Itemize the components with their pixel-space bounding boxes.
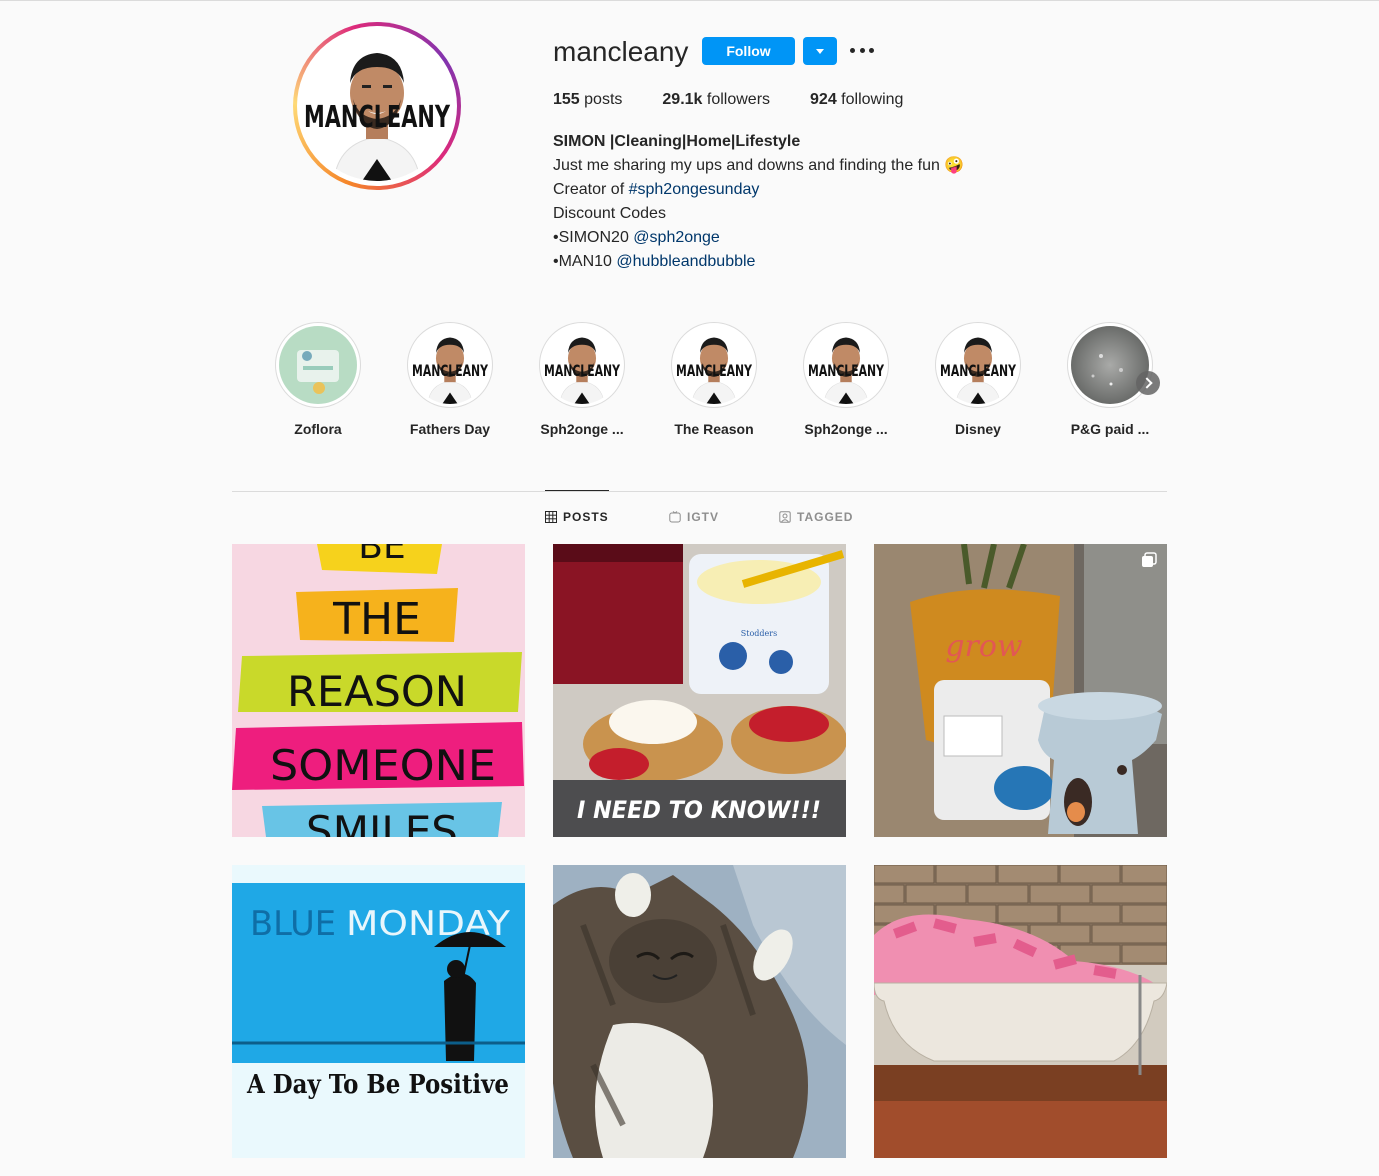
post-image	[874, 865, 1167, 1158]
post-image: grow	[874, 544, 1167, 837]
bio-line: Discount Codes	[553, 205, 666, 222]
post-thumbnail[interactable]: grow	[874, 544, 1167, 837]
hashtag-link[interactable]: #sph2ongesunday	[629, 181, 760, 198]
svg-text:MANCLEANY: MANCLEANY	[808, 362, 884, 380]
suggested-accounts-button[interactable]	[803, 37, 837, 65]
highlight-label: Zoflora	[294, 421, 342, 437]
post-image: BE THE REASON SOMEONE SMILES	[232, 544, 525, 837]
igtv-icon	[669, 511, 681, 523]
tabs-divider	[232, 491, 1167, 492]
highlight-sph2onge-2[interactable]: MANCLEANY Sph2onge ...	[780, 322, 912, 437]
highlight-cover	[1071, 326, 1149, 404]
following-count: 924	[810, 91, 837, 108]
post-thumbnail[interactable]	[553, 865, 846, 1158]
highlight-cover: MANCLEANY	[543, 326, 621, 404]
highlight-sph2onge-1[interactable]: MANCLEANY Sph2onge ...	[516, 322, 648, 437]
followers-count: 29.1k	[662, 91, 703, 108]
posts-stat: 155 posts	[553, 90, 622, 110]
bio-line: Creator of #sph2ongesunday	[553, 178, 964, 202]
followers-label: followers	[702, 91, 771, 108]
highlight-label: Sph2onge ...	[804, 421, 888, 437]
svg-text:MANCLEANY: MANCLEANY	[544, 362, 620, 380]
following-stat[interactable]: 924 following	[810, 90, 903, 110]
highlight-cover: MANCLEANY	[675, 326, 753, 404]
highlight-fathers-day[interactable]: MANCLEANY Fathers Day	[384, 322, 516, 437]
dot-icon	[869, 47, 874, 53]
poster-line: THE	[332, 594, 421, 645]
multiple-images-icon	[1142, 552, 1157, 567]
active-tab-indicator	[545, 490, 609, 491]
highlight-zoflora[interactable]: Zoflora	[252, 322, 384, 437]
mention-link[interactable]: @hubbleandbubble	[616, 253, 755, 270]
story-highlights: Zoflora MANCLEANY Fathers Day MANCLEANY …	[232, 322, 1167, 442]
highlight-label: The Reason	[674, 421, 754, 437]
poster-line: REASON	[287, 667, 467, 716]
post-thumbnail[interactable]	[874, 865, 1167, 1158]
highlights-next-button[interactable]	[1136, 371, 1160, 395]
post-thumbnail[interactable]: BLUE MONDAY A Day To Be Positive	[232, 865, 525, 1158]
posts-label: posts	[579, 91, 623, 108]
poster-subtitle: A Day To Be Positive	[246, 1070, 509, 1100]
poster-line: SOMEONE	[270, 741, 496, 790]
highlight-cover: MANCLEANY	[411, 326, 489, 404]
chevron-right-icon	[1140, 377, 1153, 389]
profile-avatar-ring[interactable]: MANCLEANY	[293, 22, 461, 190]
grid-icon	[545, 511, 557, 523]
avatar: MANCLEANY	[302, 31, 452, 181]
bio-text: •MAN10	[553, 253, 617, 270]
follow-button[interactable]: Follow	[702, 37, 795, 65]
followers-stat[interactable]: 29.1k followers	[662, 90, 770, 110]
post-thumbnail[interactable]: Stodders I NEED TO KNOW!!!	[553, 544, 846, 837]
bio-name: SIMON |Cleaning|Home|Lifestyle	[553, 133, 801, 150]
highlight-cover	[279, 326, 357, 404]
bio-text: •SIMON20	[553, 229, 634, 246]
post-image: BLUE MONDAY A Day To Be Positive	[232, 865, 525, 1158]
poster-title: BLUE	[250, 904, 336, 944]
highlight-label: Disney	[955, 421, 1001, 437]
svg-text:MANCLEANY: MANCLEANY	[412, 362, 488, 380]
tab-label: IGTV	[687, 510, 720, 524]
tab-tagged[interactable]: TAGGED	[779, 510, 853, 524]
post-image	[553, 865, 846, 1158]
profile-username: mancleany	[553, 36, 689, 67]
profile-stats: 155 posts 29.1k followers 924 following	[553, 90, 943, 110]
chevron-down-icon	[816, 48, 824, 54]
post-image: Stodders I NEED TO KNOW!!!	[553, 544, 846, 837]
bio-line: •SIMON20 @sph2onge	[553, 226, 964, 250]
highlight-label: Fathers Day	[409, 421, 491, 437]
profile-bio: SIMON |Cleaning|Home|Lifestyle Just me s…	[553, 130, 964, 274]
tab-label: POSTS	[563, 510, 609, 524]
highlight-label: P&G paid ...	[1070, 421, 1150, 437]
svg-text:MANCLEANY: MANCLEANY	[940, 362, 1016, 380]
bio-line: •MAN10 @hubbleandbubble	[553, 250, 964, 274]
highlight-cover: MANCLEANY	[807, 326, 885, 404]
highlight-disney[interactable]: MANCLEANY Disney	[912, 322, 1044, 437]
tub-label: Stodders	[741, 629, 777, 638]
tab-label: TAGGED	[797, 510, 854, 524]
bio-text: Creator of	[553, 181, 629, 198]
dot-icon	[850, 47, 855, 53]
poster-line: SMILES	[306, 807, 458, 837]
mention-link[interactable]: @sph2onge	[633, 229, 720, 246]
post-caption-overlay: I NEED TO KNOW!!!	[577, 796, 821, 824]
pot-lettering: grow	[945, 629, 1023, 664]
tagged-user-icon	[779, 511, 791, 523]
dot-icon	[859, 47, 865, 53]
more-options-button[interactable]	[850, 38, 874, 62]
highlight-the-reason[interactable]: MANCLEANY The Reason	[648, 322, 780, 437]
following-label: following	[836, 91, 904, 108]
bio-line: Just me sharing my ups and downs and fin…	[553, 157, 965, 174]
top-divider	[0, 0, 1379, 1]
poster-line: BE	[358, 544, 405, 567]
highlight-label: Sph2onge ...	[540, 421, 624, 437]
posts-count: 155	[553, 91, 580, 108]
tab-igtv[interactable]: IGTV	[669, 510, 719, 524]
tab-posts[interactable]: POSTS	[545, 510, 609, 524]
post-thumbnail[interactable]: BE THE REASON SOMEONE SMILES	[232, 544, 525, 837]
highlight-cover: MANCLEANY	[939, 326, 1017, 404]
avatar-logo-text: MANCLEANY	[304, 100, 451, 135]
svg-text:MANCLEANY: MANCLEANY	[676, 362, 752, 380]
